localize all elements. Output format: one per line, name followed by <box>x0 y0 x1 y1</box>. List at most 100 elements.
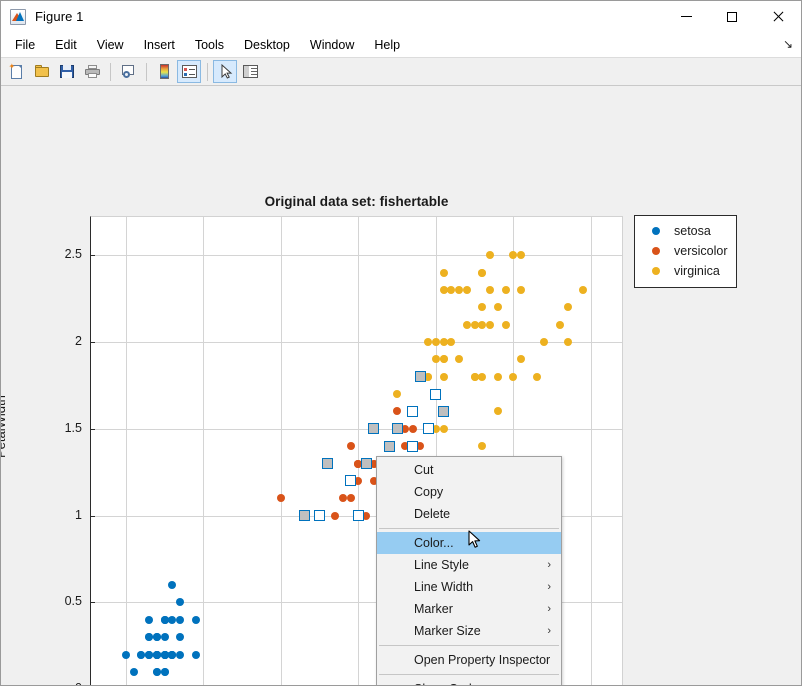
data-point-setosa[interactable] <box>152 667 161 676</box>
data-point-setosa[interactable] <box>121 650 130 659</box>
context-menu-item[interactable]: Line Width › <box>377 576 561 598</box>
data-point-virginica[interactable] <box>509 372 518 381</box>
data-point-virginica[interactable] <box>493 407 502 416</box>
data-point-virginica[interactable] <box>493 303 502 312</box>
data-point-setosa[interactable] <box>160 615 169 624</box>
selection-handle[interactable] <box>414 371 426 383</box>
legend-entry-setosa[interactable]: setosa <box>635 221 736 241</box>
menu-tools[interactable]: Tools <box>186 35 233 55</box>
save-figure-button[interactable] <box>55 60 79 83</box>
data-point-setosa[interactable] <box>160 667 169 676</box>
data-point-virginica[interactable] <box>424 338 433 347</box>
selection-handle[interactable] <box>360 458 372 470</box>
data-point-virginica[interactable] <box>478 320 487 329</box>
data-point-setosa[interactable] <box>160 650 169 659</box>
data-point-setosa[interactable] <box>191 650 200 659</box>
insert-colorbar-button[interactable] <box>152 60 176 83</box>
maximize-button[interactable] <box>709 1 755 32</box>
data-point-virginica[interactable] <box>493 372 502 381</box>
context-menu-item[interactable]: Show Code <box>377 678 561 685</box>
data-point-setosa[interactable] <box>176 650 185 659</box>
menu-help[interactable]: Help <box>365 35 409 55</box>
data-point-setosa[interactable] <box>168 650 177 659</box>
data-point-virginica[interactable] <box>470 372 479 381</box>
legend-entry-virginica[interactable]: virginica <box>635 261 736 281</box>
selection-handle[interactable] <box>407 405 419 417</box>
data-point-versicolor[interactable] <box>393 407 402 416</box>
data-point-setosa[interactable] <box>145 633 154 642</box>
data-point-virginica[interactable] <box>563 338 572 347</box>
selection-handle[interactable] <box>430 388 442 400</box>
selection-handle[interactable] <box>407 440 419 452</box>
chart-legend[interactable]: setosa versicolor virginica <box>634 215 737 288</box>
context-menu-item[interactable]: Marker Size › <box>377 620 561 642</box>
link-plot-button[interactable] <box>116 60 140 83</box>
data-point-setosa[interactable] <box>152 633 161 642</box>
data-point-virginica[interactable] <box>517 251 526 260</box>
data-point-versicolor[interactable] <box>338 494 347 503</box>
data-point-virginica[interactable] <box>447 285 456 294</box>
data-point-virginica[interactable] <box>462 320 471 329</box>
data-point-virginica[interactable] <box>431 338 440 347</box>
data-point-virginica[interactable] <box>447 338 456 347</box>
data-point-setosa[interactable] <box>129 667 138 676</box>
print-figure-button[interactable] <box>80 60 104 83</box>
selection-handle[interactable] <box>345 475 357 487</box>
edit-plot-button[interactable] <box>213 60 237 83</box>
context-menu-item[interactable]: Line Style › <box>377 554 561 576</box>
menu-desktop[interactable]: Desktop <box>235 35 299 55</box>
selection-handle[interactable] <box>422 423 434 435</box>
data-point-versicolor[interactable] <box>276 494 285 503</box>
data-point-virginica[interactable] <box>439 372 448 381</box>
data-point-virginica[interactable] <box>486 320 495 329</box>
data-point-virginica[interactable] <box>501 320 510 329</box>
legend-entry-versicolor[interactable]: versicolor <box>635 241 736 261</box>
selection-handle[interactable] <box>298 510 310 522</box>
data-point-virginica[interactable] <box>517 355 526 364</box>
data-point-virginica[interactable] <box>478 268 487 277</box>
data-point-virginica[interactable] <box>478 372 487 381</box>
data-point-virginica[interactable] <box>540 338 549 347</box>
minimize-button[interactable] <box>663 1 709 32</box>
open-file-button[interactable] <box>30 60 54 83</box>
data-point-setosa[interactable] <box>168 581 177 590</box>
data-point-virginica[interactable] <box>439 355 448 364</box>
data-point-setosa[interactable] <box>160 633 169 642</box>
menu-insert[interactable]: Insert <box>135 35 184 55</box>
selection-handle[interactable] <box>438 405 450 417</box>
data-point-virginica[interactable] <box>439 424 448 433</box>
data-point-virginica[interactable] <box>462 285 471 294</box>
data-point-virginica[interactable] <box>431 355 440 364</box>
data-point-virginica[interactable] <box>455 355 464 364</box>
data-point-virginica[interactable] <box>563 303 572 312</box>
context-menu-item[interactable]: Copy <box>377 481 561 503</box>
data-point-virginica[interactable] <box>478 303 487 312</box>
selection-handle[interactable] <box>383 440 395 452</box>
data-point-setosa[interactable] <box>152 650 161 659</box>
data-point-versicolor[interactable] <box>346 442 355 451</box>
data-point-setosa[interactable] <box>145 650 154 659</box>
context-menu-item[interactable]: Marker › <box>377 598 561 620</box>
menu-view[interactable]: View <box>88 35 133 55</box>
context-menu-item[interactable]: Color... <box>377 532 561 554</box>
menu-window[interactable]: Window <box>301 35 363 55</box>
menu-file[interactable]: File <box>6 35 44 55</box>
data-point-virginica[interactable] <box>393 390 402 399</box>
data-point-versicolor[interactable] <box>346 494 355 503</box>
data-point-setosa[interactable] <box>191 615 200 624</box>
close-button[interactable] <box>755 1 801 32</box>
selection-handle[interactable] <box>368 423 380 435</box>
data-point-virginica[interactable] <box>532 372 541 381</box>
data-point-virginica[interactable] <box>486 285 495 294</box>
data-point-virginica[interactable] <box>555 320 564 329</box>
data-point-setosa[interactable] <box>168 615 177 624</box>
context-menu[interactable]: Cut Copy Delete Color... Line Style › Line Wid… <box>376 456 562 685</box>
data-point-virginica[interactable] <box>439 268 448 277</box>
overflow-arrow-icon[interactable]: ↘ <box>781 37 795 51</box>
menu-edit[interactable]: Edit <box>46 35 86 55</box>
data-point-setosa[interactable] <box>176 633 185 642</box>
data-point-setosa[interactable] <box>176 615 185 624</box>
data-point-versicolor[interactable] <box>331 511 340 520</box>
property-inspector-button[interactable] <box>238 60 262 83</box>
context-menu-item[interactable]: Cut <box>377 459 561 481</box>
